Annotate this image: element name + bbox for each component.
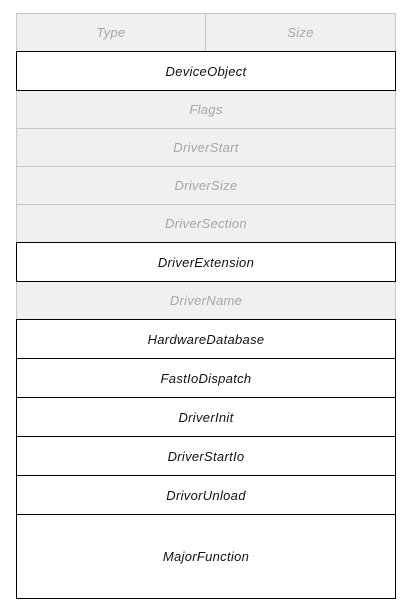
field-size: Size [287, 25, 314, 40]
field-driver-start: DriverStart [16, 128, 396, 167]
row-type-size: Type Size [16, 13, 396, 52]
field-driver-init: DriverInit [16, 397, 396, 437]
field-type: Type [17, 14, 206, 51]
field-driver-size: DriverSize [16, 166, 396, 205]
driver-object-layout-diagram: Type Size DeviceObject Flags DriverStart… [16, 13, 396, 599]
field-device-object: DeviceObject [16, 51, 396, 91]
field-driver-section: DriverSection [16, 204, 396, 243]
field-driver-name: DriverName [16, 281, 396, 320]
field-driver-unload: DrivorUnload [16, 475, 396, 515]
field-driver-start-io: DriverStartIo [16, 436, 396, 476]
field-driver-extension: DriverExtension [16, 242, 396, 282]
field-major-function: MajorFunction [16, 514, 396, 599]
field-hardware-database: HardwareDatabase [16, 319, 396, 359]
field-flags: Flags [16, 90, 396, 129]
field-fast-io-dispatch: FastIoDispatch [16, 358, 396, 398]
